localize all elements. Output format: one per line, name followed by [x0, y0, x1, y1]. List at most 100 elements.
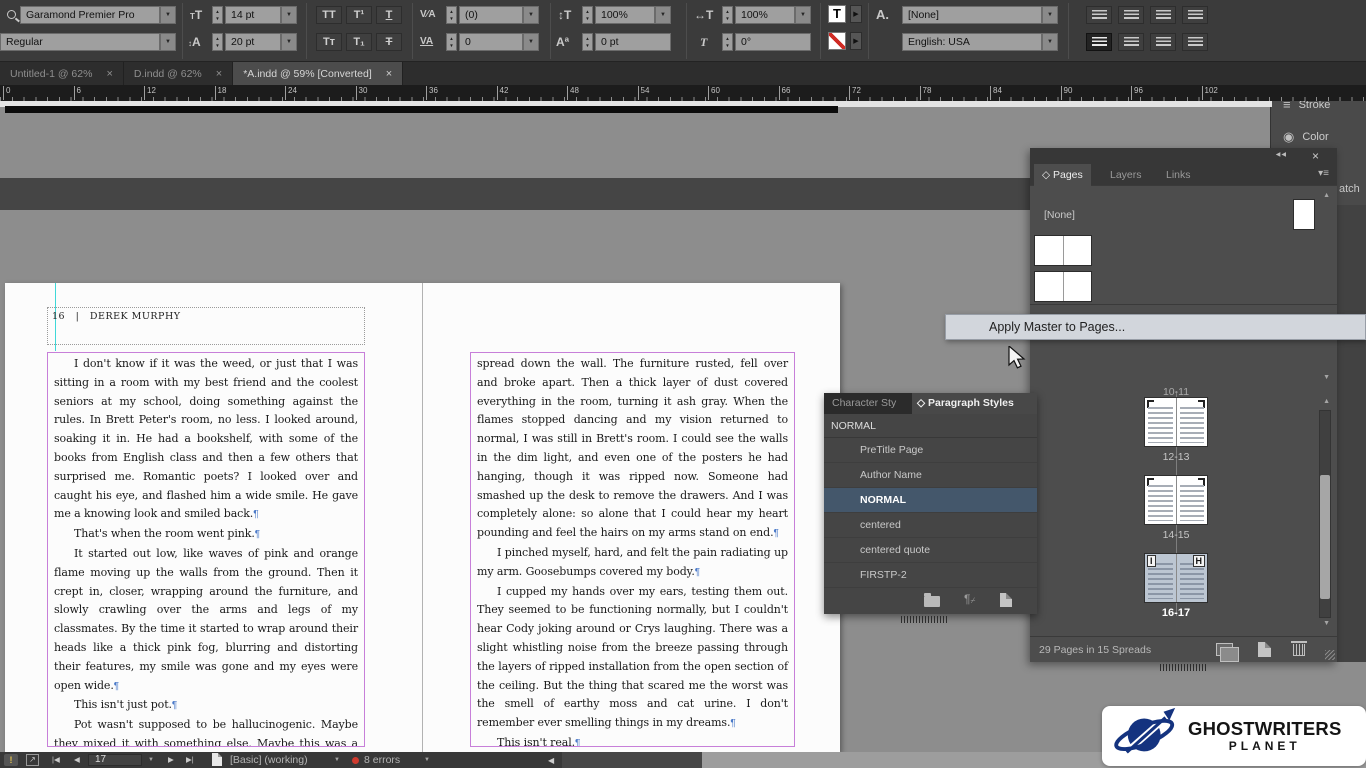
font-style-field[interactable]: Regular [0, 33, 160, 51]
font-size-stepper[interactable]: ▲▼ [212, 6, 223, 24]
close-icon[interactable]: × [216, 68, 222, 80]
leading-stepper[interactable]: ▲▼ [212, 33, 223, 51]
kerning-dropdown[interactable]: ▼ [523, 6, 539, 24]
paragraph-style-item[interactable]: centered quote [824, 538, 1037, 563]
leading-dropdown[interactable]: ▼ [281, 33, 297, 51]
tab-character-styles[interactable]: Character Sty [824, 393, 912, 414]
panel-resize-grip[interactable] [1325, 650, 1335, 660]
close-icon[interactable]: × [386, 68, 392, 80]
horizontal-scale-stepper[interactable]: ▲▼ [722, 6, 733, 24]
panel-menu-icon[interactable]: ▾≡ [1318, 168, 1329, 179]
pages-panel-resize-grip[interactable] [1160, 664, 1208, 671]
fill-color-swatch[interactable]: T [828, 5, 846, 23]
create-new-page-icon[interactable] [1258, 642, 1271, 657]
delete-page-icon[interactable] [1293, 644, 1305, 656]
master-page-item[interactable]: [None] [1030, 200, 1337, 234]
page-thumbnail[interactable] [1177, 476, 1208, 524]
page-thumbnail[interactable] [1145, 398, 1177, 446]
last-page-button[interactable]: ▶| [186, 755, 194, 764]
tab-untitled-1[interactable]: Untitled-1 @ 62% × [0, 62, 124, 85]
align-towards-spine-button[interactable] [1182, 6, 1208, 24]
document-spread[interactable]: 16 | DEREK MURPHY I don't know if it was… [5, 283, 840, 752]
paragraph-style-item[interactable]: centered [824, 513, 1037, 538]
stroke-color-swatch[interactable] [828, 32, 846, 50]
collapse-panel-icon[interactable]: ◀◀ [1276, 151, 1287, 158]
tab-paragraph-styles[interactable]: ◇ Paragraph Styles [912, 393, 1037, 414]
tracking-dropdown[interactable]: ▼ [523, 33, 539, 51]
close-icon[interactable]: × [106, 68, 112, 80]
page-number-field[interactable]: 17 [88, 754, 142, 766]
horizontal-scale-field[interactable]: 100% [735, 6, 795, 24]
font-family-field[interactable]: Garamond Premier Pro [20, 6, 160, 24]
tracking-field[interactable]: 0 [459, 33, 523, 51]
export-icon[interactable]: ↗ [26, 754, 39, 766]
baseline-shift-stepper[interactable]: ▲▼ [582, 33, 593, 51]
kerning-stepper[interactable]: ▲▼ [446, 6, 457, 24]
vertical-scale-stepper[interactable]: ▲▼ [582, 6, 593, 24]
horizontal-ruler[interactable]: 06121824303642485460667278849096102 [0, 85, 1366, 101]
spread-thumbnail[interactable]: IH [1145, 554, 1207, 602]
character-style-dropdown[interactable]: ▼ [1042, 6, 1058, 24]
page-thumbnail[interactable]: I [1145, 554, 1177, 602]
paragraph-style-item[interactable]: NORMAL [824, 488, 1037, 513]
tab-links[interactable]: Links [1158, 164, 1199, 186]
all-caps-button[interactable]: TT [316, 6, 342, 24]
language-field[interactable]: English: USA [902, 33, 1042, 51]
edit-page-size-icon[interactable] [1216, 643, 1233, 656]
underline-button[interactable]: T [376, 6, 402, 24]
kerning-field[interactable]: (0) [459, 6, 523, 24]
align-left-button[interactable] [1086, 6, 1112, 24]
justify-center-button[interactable] [1118, 33, 1144, 51]
tab-pages[interactable]: ◇ Pages [1034, 164, 1091, 186]
spread-label[interactable]: 16-17 [1031, 607, 1321, 619]
preflight-doc-icon[interactable] [212, 753, 222, 766]
strikethrough-button[interactable]: T [376, 33, 402, 51]
scroll-left-icon[interactable]: ◀ [548, 756, 554, 765]
subscript-button[interactable]: T₁ [346, 33, 372, 51]
close-icon[interactable]: × [1312, 149, 1319, 163]
spread-thumbnail[interactable] [1145, 398, 1207, 446]
page-dropdown-icon[interactable]: ▼ [148, 757, 154, 763]
pages-scrollbar-thumb[interactable] [1320, 475, 1330, 599]
justify-right-button[interactable] [1150, 33, 1176, 51]
spread-thumbnail[interactable] [1145, 476, 1207, 524]
tab-a-indd-active[interactable]: *A.indd @ 59% [Converted] × [233, 62, 403, 85]
horizontal-scale-dropdown[interactable]: ▼ [795, 6, 811, 24]
styles-panel-resize-grip[interactable] [901, 616, 949, 623]
errors-dropdown-icon[interactable]: ▼ [424, 757, 430, 763]
superscript-button[interactable]: T¹ [346, 6, 372, 24]
font-size-field[interactable]: 14 pt [225, 6, 281, 24]
right-text-frame[interactable]: spread down the wall. The furniture rust… [470, 352, 795, 747]
baseline-shift-field[interactable]: 0 pt [595, 33, 671, 51]
font-family-dropdown[interactable]: ▼ [160, 6, 176, 24]
create-new-style-icon[interactable] [1000, 593, 1012, 607]
page-thumbnail[interactable] [1177, 398, 1208, 446]
font-search-icon[interactable] [7, 10, 16, 19]
vertical-scale-dropdown[interactable]: ▼ [655, 6, 671, 24]
fill-swatch-arrow[interactable]: ▶ [850, 5, 862, 23]
scroll-down-icon[interactable]: ▼ [1323, 374, 1330, 381]
dock-item-swatches-partial[interactable]: atch [1339, 183, 1360, 195]
error-count-label[interactable]: 8 errors [364, 755, 400, 766]
page-thumbnail[interactable] [1145, 476, 1177, 524]
page-thumbnail[interactable]: H [1177, 554, 1208, 602]
skew-stepper[interactable]: ▲▼ [722, 33, 733, 51]
first-page-button[interactable]: |◀ [52, 755, 60, 764]
clear-overrides-icon[interactable]: ¶⌿ [964, 592, 975, 606]
scroll-up-icon[interactable]: ▲ [1323, 192, 1330, 199]
tracking-stepper[interactable]: ▲▼ [446, 33, 457, 51]
context-menu-apply-master[interactable]: Apply Master to Pages... [945, 314, 1366, 340]
skew-field[interactable]: 0° [735, 33, 811, 51]
spread-label[interactable]: 10-11 [1031, 386, 1321, 398]
tab-d-indd[interactable]: D.indd @ 62% × [124, 62, 233, 85]
alert-icon[interactable]: ! [4, 754, 18, 766]
previous-page-button[interactable]: ◀ [74, 755, 80, 764]
font-size-dropdown[interactable]: ▼ [281, 6, 297, 24]
spread-label[interactable]: 14-15 [1031, 529, 1321, 541]
tab-layers[interactable]: Layers [1102, 164, 1150, 186]
font-style-dropdown[interactable]: ▼ [160, 33, 176, 51]
left-text-frame[interactable]: I don't know if it was the weed, or just… [47, 352, 365, 747]
leading-field[interactable]: 20 pt [225, 33, 281, 51]
align-right-button[interactable] [1150, 6, 1176, 24]
language-dropdown[interactable]: ▼ [1042, 33, 1058, 51]
